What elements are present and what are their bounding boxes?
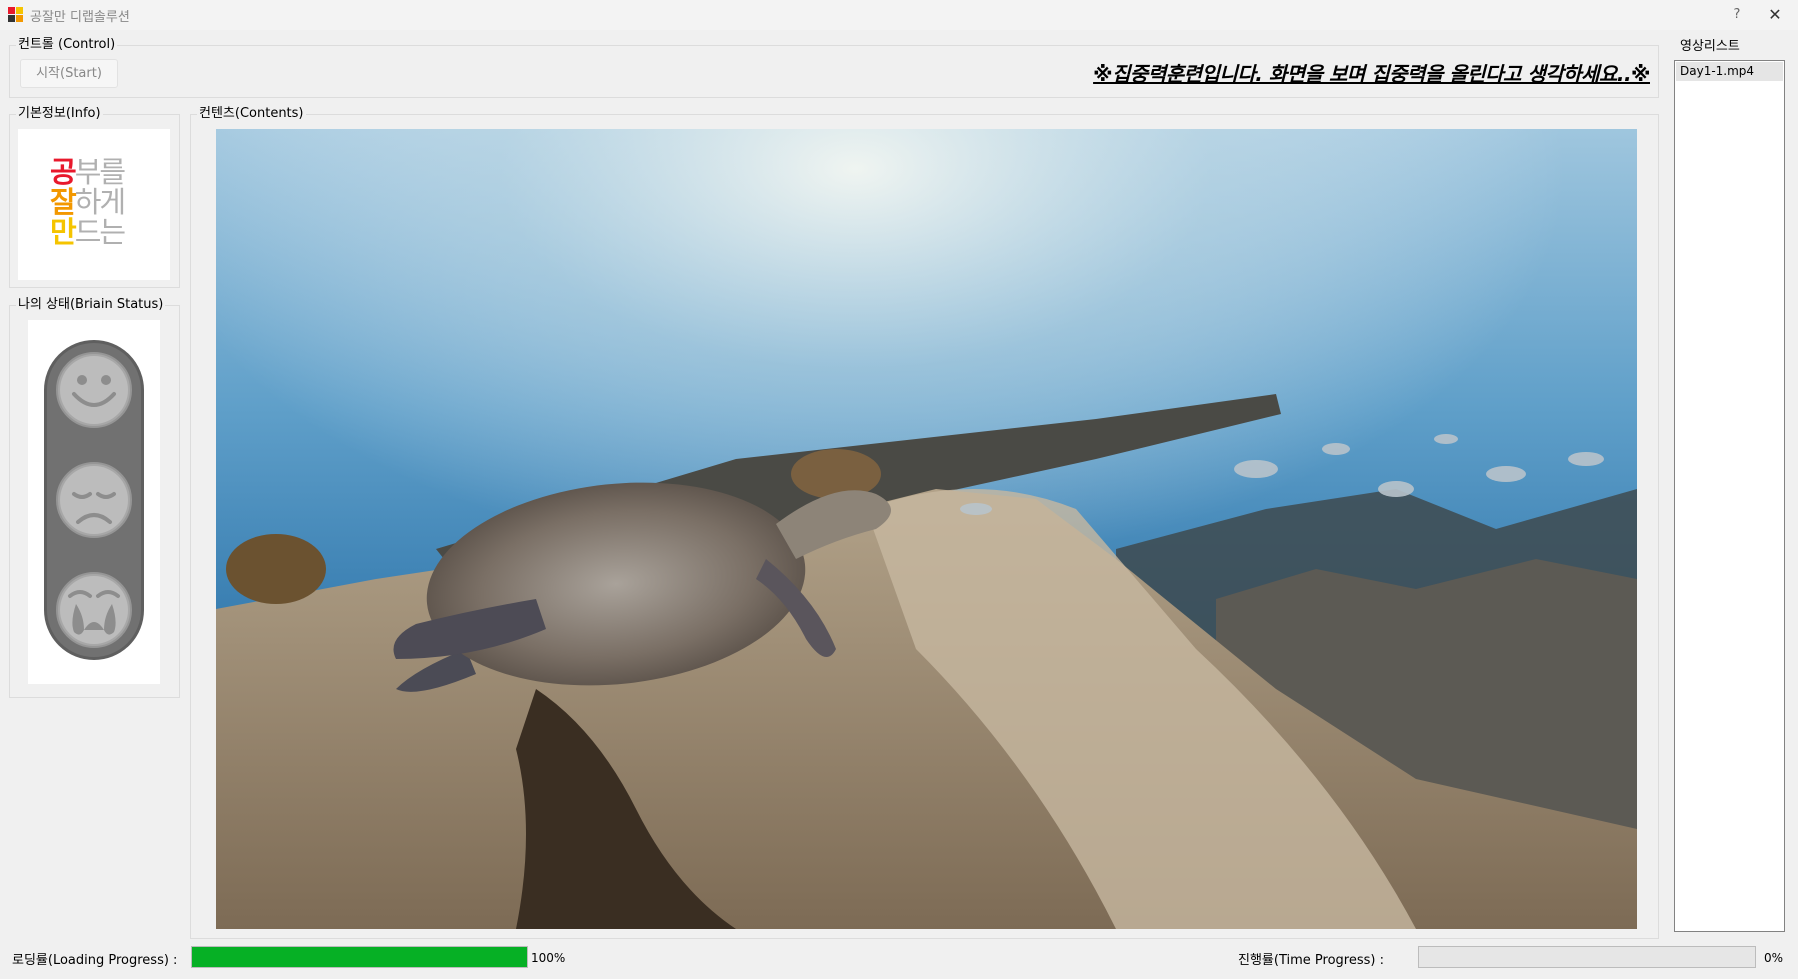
time-progress-label: 진행률(Time Progress) : — [1238, 953, 1384, 968]
playlist[interactable]: Day1-1.mp4 — [1674, 60, 1785, 932]
status-indicator — [44, 340, 144, 660]
playlist-item[interactable]: Day1-1.mp4 — [1676, 62, 1783, 81]
control-group-label: 컨트롤 (Control) — [16, 37, 118, 53]
playlist-label: 영상리스트 — [1680, 39, 1740, 54]
logo-char: 하 — [74, 185, 102, 219]
title-bar: 공잘만 디랩솔루션 ? ✕ — [0, 0, 1798, 30]
focus-notice: ※집중력훈련입니다. 화면을 보며 집중력을 올린다고 생각하세요..※ — [1093, 62, 1650, 86]
logo-char: 는 — [99, 215, 126, 249]
logo-char: 공 — [50, 155, 77, 189]
smile-face-icon — [56, 352, 132, 428]
logo-char: 잘 — [50, 185, 77, 219]
logo-char: 를 — [99, 155, 126, 189]
close-button[interactable]: ✕ — [1760, 4, 1790, 26]
sad-face-icon — [56, 462, 132, 538]
loading-progress-bar — [191, 946, 528, 968]
app-icon — [8, 7, 23, 22]
crying-face-icon — [56, 572, 132, 648]
logo-char: 만 — [50, 215, 77, 249]
start-button[interactable]: 시작(Start) — [20, 59, 118, 88]
logo-char: 드 — [74, 215, 102, 249]
loading-progress-fill — [192, 947, 527, 967]
logo: 공부를 잘하게 만드는 — [18, 129, 170, 280]
logo-text: 공부를 잘하게 만드는 — [50, 155, 126, 249]
contents-group-label: 컨텐츠(Contents) — [197, 106, 306, 122]
status-group-label: 나의 상태(Briain Status) — [16, 297, 166, 313]
info-group-label: 기본정보(Info) — [16, 106, 103, 122]
brain-status-panel — [28, 320, 160, 684]
time-progress-percent: 0% — [1764, 951, 1784, 965]
help-button[interactable]: ? — [1722, 4, 1752, 26]
time-progress-bar — [1418, 946, 1756, 968]
window-title: 공잘만 디랩솔루션 — [30, 10, 130, 25]
logo-char: 게 — [99, 185, 126, 219]
loading-progress-label: 로딩률(Loading Progress) : — [12, 953, 178, 968]
loading-progress-percent: 100% — [531, 951, 566, 965]
video-player[interactable] — [216, 129, 1637, 929]
logo-char: 부 — [74, 155, 102, 189]
